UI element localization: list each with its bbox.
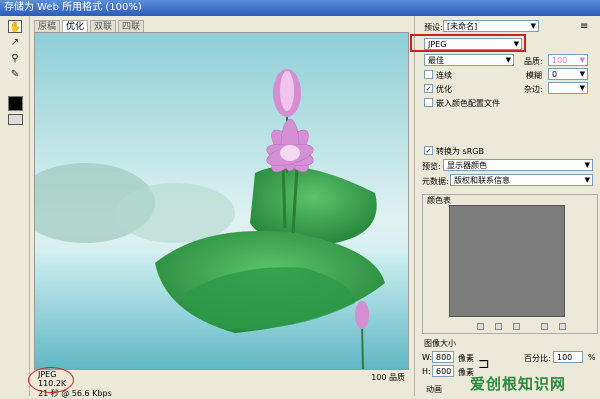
delete-color-icon[interactable]	[559, 323, 566, 330]
blur-label: 模糊	[526, 71, 542, 80]
blur-input[interactable]: 0 ▼	[548, 68, 588, 80]
blur-value: 0	[552, 70, 558, 79]
preview-label: 预览:	[422, 162, 441, 171]
quality-level-select[interactable]: 最佳 ▼	[424, 54, 514, 66]
eyedropper-icon[interactable]: ✎	[8, 68, 22, 81]
chevron-down-icon: ▼	[579, 70, 585, 78]
convert-srgb-label: 转换为 sRGB	[436, 147, 484, 156]
chevron-down-icon: ▼	[579, 56, 585, 64]
chevron-down-icon: ▼	[530, 22, 536, 30]
matte-label: 杂边:	[524, 85, 543, 94]
width-input[interactable]: 800	[432, 351, 454, 363]
progressive-label: 连续	[436, 71, 452, 80]
slice-select-icon[interactable]: ↗	[8, 36, 22, 49]
metadata-select[interactable]: 版权和联系信息 ▼	[450, 174, 593, 186]
matte-select[interactable]: ▼	[548, 82, 588, 94]
chevron-down-icon: ▼	[584, 161, 590, 169]
percent-value: 100	[557, 353, 573, 362]
map-color-icon[interactable]	[477, 323, 484, 330]
chevron-down-icon: ▼	[579, 84, 585, 92]
height-label: H:	[422, 367, 431, 376]
percent-unit: %	[588, 353, 596, 362]
chevron-down-icon: ▼	[505, 56, 511, 64]
highlight-box	[410, 34, 526, 52]
width-label: W:	[422, 353, 433, 362]
height-value: 600	[436, 367, 452, 376]
toolbox: ✋ ↗ ⚲ ✎	[0, 16, 30, 396]
height-input[interactable]: 600	[432, 365, 454, 377]
color-table: 颜色表	[422, 194, 598, 334]
quality-label: 品质:	[524, 57, 543, 66]
view-tabs: 原稿 优化 双联 四联	[34, 20, 145, 32]
highlight-oval	[28, 367, 74, 393]
optimized-label: 优化	[436, 85, 452, 94]
link-icon[interactable]: ⊐	[478, 356, 490, 372]
zoom-icon[interactable]: ⚲	[8, 52, 22, 65]
image-preview[interactable]	[34, 32, 409, 370]
image-info: JPEG 110.2K 21 秒 @ 56.6 Kbps 100 品质	[34, 370, 409, 398]
tab-4up[interactable]: 四联	[118, 20, 145, 32]
chevron-down-icon: ▼	[584, 176, 590, 184]
embed-profile-checkbox[interactable]	[424, 98, 433, 107]
tab-optimized[interactable]: 优化	[62, 20, 89, 32]
shift-web-icon[interactable]	[495, 323, 502, 330]
toggle-slices-icon[interactable]	[8, 114, 23, 125]
quality-level-value: 最佳	[428, 56, 444, 65]
width-unit: 像素	[458, 354, 474, 363]
color-table-label: 颜色表	[427, 196, 451, 205]
tab-2up[interactable]: 双联	[90, 20, 117, 32]
percent-label: 百分比:	[524, 354, 551, 363]
animation-label: 动画	[426, 385, 442, 394]
preview-value: 显示器颜色	[447, 161, 487, 170]
window-title: 存储为 Web 所用格式 (100%)	[0, 0, 600, 16]
metadata-label: 元数据:	[422, 177, 449, 186]
lotus-image	[35, 33, 408, 369]
eyedropper-color-swatch[interactable]	[8, 96, 23, 111]
width-value: 800	[436, 353, 452, 362]
quality-status: 100 品质	[371, 373, 405, 382]
percent-input[interactable]: 100	[553, 351, 583, 363]
menu-icon[interactable]: ≡	[580, 21, 588, 32]
progressive-checkbox[interactable]	[424, 70, 433, 79]
preset-value: [未命名]	[447, 22, 478, 31]
lock-color-icon[interactable]	[513, 323, 520, 330]
tab-original[interactable]: 原稿	[34, 20, 61, 32]
preset-select[interactable]: [未命名] ▼	[443, 20, 539, 32]
quality-input[interactable]: 100 ▼	[548, 54, 588, 66]
watermark: 爱创根知识网	[470, 375, 567, 393]
metadata-value: 版权和联系信息	[454, 176, 510, 185]
embed-profile-label: 嵌入颜色配置文件	[436, 99, 500, 108]
optimized-checkbox[interactable]: ✓	[424, 84, 433, 93]
preset-label: 预设:	[424, 23, 443, 32]
quality-value: 100	[552, 56, 568, 65]
image-size-label: 图像大小	[424, 339, 456, 348]
hand-tool-icon[interactable]: ✋	[8, 20, 22, 33]
convert-srgb-checkbox[interactable]: ✓	[424, 146, 433, 155]
preview-select[interactable]: 显示器颜色 ▼	[443, 159, 593, 171]
color-table-swatches	[449, 205, 565, 317]
new-color-icon[interactable]	[541, 323, 548, 330]
